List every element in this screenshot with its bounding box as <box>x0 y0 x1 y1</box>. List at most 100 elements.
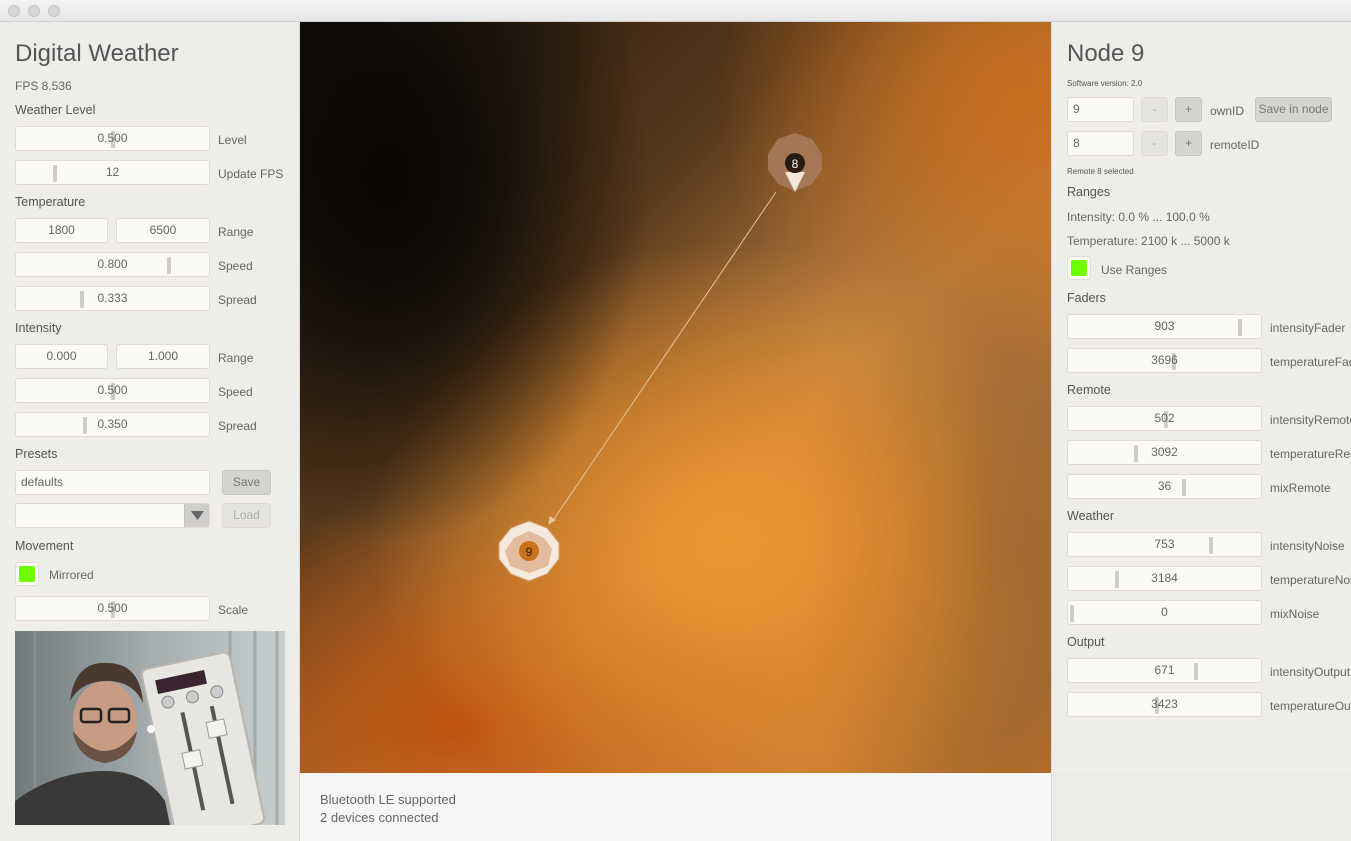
check-fill <box>19 566 35 582</box>
temperature-spread-slider[interactable]: 0.333 <box>15 286 210 311</box>
own-id-increment-button[interactable]: + <box>1175 97 1202 122</box>
check-fill <box>1071 260 1087 276</box>
mirrored-label: Mirrored <box>49 568 94 582</box>
intensity-range-max[interactable]: 1.000 <box>116 344 210 369</box>
weather-heading: Weather <box>1067 509 1115 523</box>
fps-readout: FPS 8.536 <box>15 79 72 93</box>
intensity-range-label: Range <box>218 351 254 365</box>
temperature-range-max[interactable]: 6500 <box>116 218 210 243</box>
preset-select[interactable] <box>15 503 210 528</box>
mix-noise-label: mixNoise <box>1270 607 1320 621</box>
slider-knob[interactable] <box>1238 319 1242 336</box>
temperature-range-min[interactable]: 1800 <box>15 218 108 243</box>
temperature-remote-slider[interactable]: 3092 <box>1067 440 1262 465</box>
temperature-noise-slider[interactable]: 3184 <box>1067 566 1262 591</box>
intensity-range-min[interactable]: 0.000 <box>15 344 108 369</box>
temperature-noise-label: temperatureNoise <box>1270 573 1351 587</box>
node-title: Node 9 <box>1067 40 1145 67</box>
intensity-remote-slider[interactable]: 502 <box>1067 406 1262 431</box>
weather-visualization-canvas[interactable]: 8 9 <box>300 22 1051 773</box>
node-9-label: 9 <box>526 545 533 559</box>
slider-knob[interactable] <box>83 417 87 434</box>
level-slider[interactable]: 0.500 <box>15 126 210 151</box>
minimize-window-button[interactable] <box>28 5 40 17</box>
mirrored-checkbox[interactable] <box>15 562 39 586</box>
node-panel: Node 9 Software version: 2.0 9 - + ownID… <box>1051 22 1351 841</box>
movement-heading: Movement <box>15 539 74 553</box>
link-arrow-line <box>551 191 777 523</box>
intensity-speed-slider[interactable]: 0.500 <box>15 378 210 403</box>
output-heading: Output <box>1067 635 1105 649</box>
intensity-range-text: Intensity: 0.0 % ... 100.0 % <box>1067 210 1210 224</box>
status-bar: Bluetooth LE supported 2 devices connect… <box>300 773 1051 841</box>
temperature-range-label: Range <box>218 225 254 239</box>
temperature-heading: Temperature <box>15 195 86 209</box>
remote-id-decrement-button[interactable]: - <box>1141 131 1168 156</box>
node-8-marker[interactable]: 8 <box>768 133 822 192</box>
node-8-label: 8 <box>792 157 799 171</box>
intensity-fader-label: intensityFader <box>1270 321 1346 335</box>
own-id-input[interactable]: 9 <box>1067 97 1134 122</box>
window-titlebar <box>0 0 1351 22</box>
intensity-noise-slider[interactable]: 753 <box>1067 532 1262 557</box>
temperature-remote-label: temperatureRemote <box>1270 447 1351 461</box>
intensity-output-slider[interactable]: 671 <box>1067 658 1262 683</box>
temperature-output-slider[interactable]: 3423 <box>1067 692 1262 717</box>
devices-connected-status: 2 devices connected <box>320 810 439 825</box>
app-title: Digital Weather <box>15 40 179 67</box>
dropdown-arrow-icon[interactable] <box>184 504 209 527</box>
own-id-decrement-button[interactable]: - <box>1141 97 1168 122</box>
level-label: Level <box>218 133 247 147</box>
save-preset-button[interactable]: Save <box>222 470 271 495</box>
intensity-spread-label: Spread <box>218 419 257 433</box>
update-fps-slider[interactable]: 12 <box>15 160 210 185</box>
use-ranges-label: Use Ranges <box>1101 263 1168 277</box>
node-9-marker[interactable]: 9 <box>498 520 560 582</box>
slider-knob[interactable] <box>1134 445 1138 462</box>
weather-level-heading: Weather Level <box>15 103 96 117</box>
faders-heading: Faders <box>1067 291 1106 305</box>
slider-knob[interactable] <box>53 165 57 182</box>
intensity-noise-label: intensityNoise <box>1270 539 1345 553</box>
save-in-node-button[interactable]: Save in node <box>1255 97 1332 122</box>
slider-knob[interactable] <box>1115 571 1119 588</box>
slider-knob[interactable] <box>80 291 84 308</box>
left-control-panel: Digital Weather FPS 8.536 Weather Level … <box>0 22 300 841</box>
intensity-heading: Intensity <box>15 321 62 335</box>
bluetooth-status: Bluetooth LE supported <box>320 792 456 807</box>
intensity-remote-label: intensityRemote <box>1270 413 1351 427</box>
update-fps-label: Update FPS <box>218 167 284 181</box>
remote-id-label: remoteID <box>1210 138 1260 152</box>
intensity-speed-label: Speed <box>218 385 253 399</box>
presets-heading: Presets <box>15 447 58 461</box>
temperature-output-label: temperatureOutput <box>1270 699 1351 713</box>
load-preset-button[interactable]: Load <box>222 503 271 528</box>
software-version: Software version: 2.0 <box>1067 79 1143 88</box>
temperature-fader-label: temperatureFader <box>1270 355 1351 369</box>
intensity-output-label: intensityOutput <box>1270 665 1351 679</box>
use-ranges-checkbox[interactable] <box>1067 256 1091 280</box>
zoom-window-button[interactable] <box>48 5 60 17</box>
preset-name-input[interactable]: defaults <box>15 470 210 495</box>
intensity-spread-slider[interactable]: 0.350 <box>15 412 210 437</box>
mix-noise-slider[interactable]: 0 <box>1067 600 1262 625</box>
temperature-speed-label: Speed <box>218 259 253 273</box>
slider-knob[interactable] <box>1209 537 1213 554</box>
temperature-fader-slider[interactable]: 3696 <box>1067 348 1262 373</box>
slider-knob[interactable] <box>1070 605 1074 622</box>
remote-id-increment-button[interactable]: + <box>1175 131 1202 156</box>
camera-preview <box>15 631 285 825</box>
slider-knob[interactable] <box>167 257 171 274</box>
intensity-fader-slider[interactable]: 903 <box>1067 314 1262 339</box>
slider-knob[interactable] <box>1194 663 1198 680</box>
slider-knob[interactable] <box>1182 479 1186 496</box>
temperature-speed-slider[interactable]: 0.800 <box>15 252 210 277</box>
temperature-range-text: Temperature: 2100 k ... 5000 k <box>1067 234 1230 248</box>
close-window-button[interactable] <box>8 5 20 17</box>
mix-remote-slider[interactable]: 36 <box>1067 474 1262 499</box>
remote-id-input[interactable]: 8 <box>1067 131 1134 156</box>
scale-label: Scale <box>218 603 249 617</box>
remote-heading: Remote <box>1067 383 1111 397</box>
scale-slider[interactable]: 0.500 <box>15 596 210 621</box>
mix-remote-label: mixRemote <box>1270 481 1331 495</box>
